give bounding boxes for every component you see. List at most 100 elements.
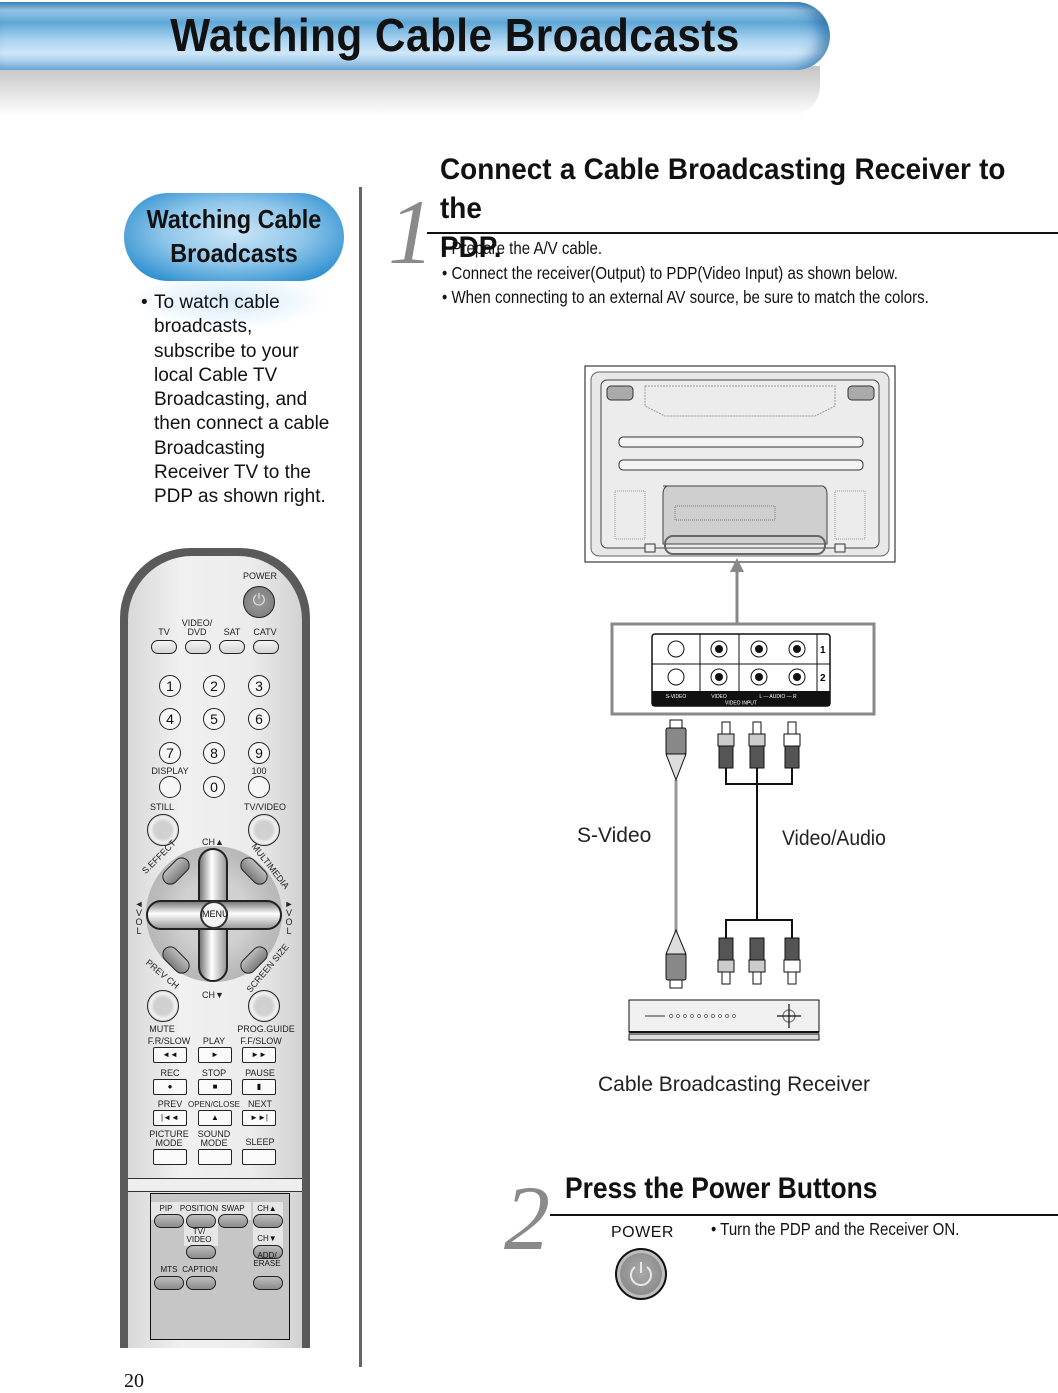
page-title: Watching Cable Broadcasts	[170, 9, 740, 61]
receiver-label: Cable Broadcasting Receiver	[598, 1073, 870, 1096]
step-2-number: 2	[504, 1167, 550, 1269]
remote-digit-button[interactable]: 0	[203, 776, 225, 798]
remote-pip-button[interactable]	[154, 1214, 184, 1228]
remote-display-button[interactable]	[159, 776, 181, 798]
remote-label: PREV	[157, 1099, 183, 1109]
input-row-label: 2	[820, 673, 826, 684]
instruction-item: • Prepare the A/V cable.	[442, 238, 603, 258]
remote-caption-button[interactable]	[186, 1276, 216, 1290]
header-shadow	[0, 66, 820, 116]
input-row-label: 1	[820, 645, 826, 656]
remote-label: F.R/SLOW	[147, 1036, 191, 1046]
remote-label: 100	[251, 766, 267, 776]
input-column-label: VIDEO	[711, 694, 727, 700]
remote-play-button[interactable]: ►	[198, 1047, 232, 1063]
intro-line: To watch cable	[154, 292, 280, 313]
remote-next-button[interactable]: ►►|	[242, 1110, 276, 1126]
remote-sleep-button[interactable]	[242, 1149, 276, 1165]
intro-line: Receiver TV to the	[154, 462, 312, 484]
panel-label: ADD/ ERASE	[253, 1251, 281, 1268]
remote-label: F.F/SLOW	[240, 1036, 282, 1046]
connection-diagram: 1 2 S-VIDEO VIDEO L — AUDIO — R VIDEO IN…	[584, 365, 896, 1041]
remote-100-button[interactable]	[248, 776, 270, 798]
remote-sound-mode-button[interactable]	[198, 1149, 232, 1165]
step-1-title-line: Connect a Cable Broadcasting Receiver to…	[440, 153, 1006, 225]
video-input-panel: 1 2 S-VIDEO VIDEO L — AUDIO — R VIDEO IN…	[610, 622, 876, 716]
panel-label: PIP	[159, 1204, 173, 1213]
remote-tv-button[interactable]	[151, 640, 177, 654]
bullet: •	[141, 292, 148, 313]
remote-digit-button[interactable]: 5	[203, 708, 225, 730]
remote-mute-button[interactable]	[147, 990, 179, 1022]
remote-digit-button[interactable]: 6	[248, 708, 270, 730]
remote-digit-button[interactable]: 9	[248, 742, 270, 764]
remote-sat-button[interactable]	[219, 640, 245, 654]
remote-pause-button[interactable]: ▮	[242, 1079, 276, 1095]
remote-prog-guide-button[interactable]	[248, 990, 280, 1022]
remote-position-button[interactable]	[186, 1214, 216, 1228]
rca-plugs-bottom	[717, 937, 801, 985]
step-1-instructions: • Prepare the A/V cable. • Connect the r…	[442, 236, 929, 310]
remote-digit-button[interactable]: 1	[159, 675, 181, 697]
remote-swap-button[interactable]	[218, 1214, 248, 1228]
rca-cable	[725, 919, 793, 938]
remote-stop-button[interactable]: ■	[198, 1079, 232, 1095]
remote-open-close-button[interactable]: ▲	[198, 1110, 232, 1126]
remote-digit-button[interactable]: 4	[159, 708, 181, 730]
remote-label: TV/VIDEO	[243, 802, 286, 812]
power-button[interactable]	[615, 1248, 667, 1300]
remote-label: DISPLAY	[151, 766, 189, 776]
remote-digit-button[interactable]: 7	[159, 742, 181, 764]
power-icon	[630, 1262, 652, 1286]
panel-label: POSITION	[179, 1204, 219, 1213]
remote-picture-mode-button[interactable]	[153, 1149, 187, 1165]
remote-vol-left-label: ◄ V O L	[134, 899, 144, 936]
remote-label: MUTE	[149, 1024, 175, 1034]
remote-power-button[interactable]: ⏻	[243, 586, 275, 618]
instruction-item: • Connect the receiver(Output) to PDP(Vi…	[442, 262, 898, 283]
remote-digit-button[interactable]: 3	[248, 675, 270, 697]
remote-label: STILL	[149, 802, 174, 812]
remote-label: PICTURE MODE	[149, 1129, 189, 1148]
remote-panel-tv-video-button[interactable]	[186, 1245, 216, 1259]
remote-label: TV	[158, 627, 170, 637]
remote-rec-button[interactable]: ●	[153, 1079, 187, 1095]
remote-fast-forward-button[interactable]: ►►	[242, 1047, 276, 1063]
remote-video-dvd-button[interactable]	[185, 640, 211, 654]
pill-title-line: Broadcasts	[170, 238, 298, 268]
remote-label: SOUND MODE	[197, 1129, 231, 1148]
remote-label: CATV	[253, 627, 277, 637]
input-column-label: L — AUDIO — R	[759, 694, 797, 700]
step-2-instruction: • Turn the PDP and the Receiver ON.	[711, 1219, 960, 1239]
remote-label: REC	[160, 1068, 180, 1078]
column-divider	[359, 187, 362, 1367]
remote-rewind-button[interactable]: ◄◄	[153, 1047, 187, 1063]
instruction-item: • When connecting to an external AV sour…	[442, 287, 929, 307]
video-audio-label: Video/Audio	[782, 827, 886, 850]
remote-catv-button[interactable]	[253, 640, 279, 654]
panel-label: CH▲	[257, 1204, 277, 1213]
section-pill-title: Watching Cable Broadcasts	[135, 202, 333, 270]
remote-label: PLAY	[202, 1036, 226, 1046]
remote-cover-edge	[128, 1178, 302, 1192]
remote-label: PROG.GUIDE	[237, 1024, 295, 1034]
step-2-rule	[550, 1214, 1058, 1216]
remote-vol-right-label: ► V O L	[284, 899, 294, 936]
intro-line: Broadcasting	[154, 437, 265, 459]
input-panel-label: VIDEO INPUT	[725, 701, 757, 707]
remote-prev-button[interactable]: |◄◄	[153, 1110, 187, 1126]
remote-menu-button[interactable]: MENU	[200, 901, 229, 929]
svideo-plug-top	[665, 719, 687, 782]
remote-label: VIDEO/ DVD	[181, 618, 213, 637]
panel-label: CAPTION	[182, 1265, 218, 1274]
remote-panel-ch-up-button[interactable]	[253, 1214, 283, 1228]
step-2-title: Press the Power Buttons	[565, 1172, 878, 1205]
remote-mts-button[interactable]	[154, 1276, 184, 1290]
remote-digit-button[interactable]: 8	[203, 742, 225, 764]
power-button-label: POWER	[611, 1224, 674, 1241]
remote-digit-button[interactable]: 2	[203, 675, 225, 697]
remote-add-erase-button[interactable]	[253, 1276, 283, 1290]
remote-label: CH▼	[202, 990, 224, 1000]
remote-hidden-panel: PIP POSITION SWAP CH▲ TV/ VIDEO CH▼ ADD/…	[150, 1193, 290, 1340]
step-1-rule	[427, 232, 1058, 234]
